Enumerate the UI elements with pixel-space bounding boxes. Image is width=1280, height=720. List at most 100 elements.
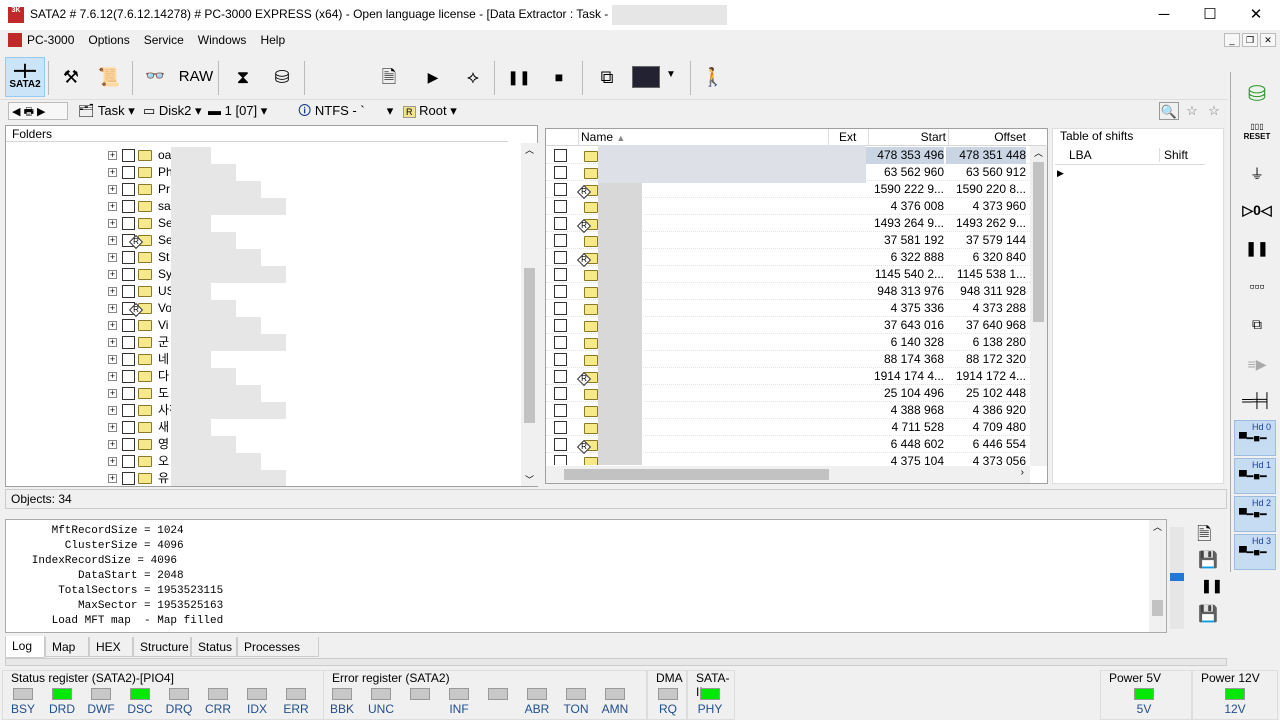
counter-reset-icon[interactable]: ▫▫▫ [1238, 268, 1276, 304]
checkbox[interactable] [122, 166, 135, 179]
checkbox[interactable] [122, 200, 135, 213]
expand-icon[interactable]: + [108, 372, 117, 381]
sata2-button[interactable]: ━╋━ SATA2 [5, 57, 45, 97]
checkbox[interactable] [122, 268, 135, 281]
pause-log-icon[interactable]: ❚❚ [1201, 578, 1223, 594]
hd0-button[interactable]: Hd 0 ▀━■━ [1234, 420, 1276, 456]
disk-copy-icon[interactable]: ⛁ [1238, 76, 1276, 112]
info-scroll-icon[interactable]: 📜 [92, 57, 126, 97]
mdi-close-button[interactable]: ✕ [1260, 33, 1276, 47]
scroll-right-icon[interactable]: › [1021, 467, 1024, 478]
checkbox[interactable] [122, 251, 135, 264]
checkbox[interactable] [122, 217, 135, 230]
expand-icon[interactable]: + [108, 304, 117, 313]
checkbox[interactable] [554, 200, 567, 213]
slider-thumb[interactable] [1170, 573, 1184, 581]
checkbox[interactable] [122, 285, 135, 298]
folder-tree-item[interactable]: + 군 [6, 334, 521, 351]
folder-tree-item[interactable]: + Se [6, 215, 521, 232]
folder-tree-item[interactable]: + oa [6, 147, 521, 164]
column-ext[interactable]: Ext [828, 129, 868, 145]
checkbox[interactable] [554, 404, 567, 417]
play-icon[interactable]: ▶ [416, 57, 450, 97]
save-log-icon[interactable]: 🗎 [1197, 522, 1211, 552]
folder-tree-item[interactable]: + 유 [6, 470, 521, 486]
maximize-button[interactable]: ☐ [1187, 0, 1233, 30]
stop-icon[interactable]: ■ [542, 57, 576, 97]
search-button[interactable]: 🔍 [1159, 102, 1179, 120]
folder-tree-item[interactable]: + 네 [6, 351, 521, 368]
folder-tree-item[interactable]: + 새 [6, 419, 521, 436]
files-hscrollbar[interactable]: › [546, 466, 1030, 483]
folder-tree-item[interactable]: +Photo [6, 164, 521, 181]
scroll-thumb[interactable] [1033, 162, 1044, 322]
checkbox[interactable] [554, 387, 567, 400]
folder-tree-item[interactable]: + R Vo [6, 300, 521, 318]
page-icon[interactable]: 🖶 [24, 106, 34, 118]
folder-tree-item[interactable]: + Vi [6, 317, 521, 334]
tab-structure[interactable]: Structure [133, 637, 191, 657]
copy-close-icon[interactable]: ⧉ [1238, 306, 1276, 342]
expand-icon[interactable]: + [108, 423, 117, 432]
branch-icon[interactable]: ⟡ [456, 57, 490, 97]
folder-tree-item[interactable]: + St [6, 249, 521, 266]
scroll-up-icon[interactable]: ︿ [521, 143, 538, 156]
expand-icon[interactable]: + [108, 219, 117, 228]
mdi-minimize-button[interactable]: _ [1224, 33, 1240, 47]
tab-log[interactable]: Log [5, 636, 45, 658]
checkbox[interactable] [554, 353, 567, 366]
expand-icon[interactable]: + [108, 406, 117, 415]
reset-button[interactable]: ▯▯▯ RESET [1238, 118, 1276, 154]
expand-icon[interactable]: + [108, 270, 117, 279]
folder-tree-item[interactable]: + R Se [6, 232, 521, 250]
expand-icon[interactable]: + [108, 236, 117, 245]
chevron-down-icon[interactable]: ▼ [666, 69, 676, 80]
folder-tree-item[interactable]: + 오 [6, 453, 521, 470]
checkbox[interactable] [122, 353, 135, 366]
scroll-up-icon[interactable]: ︿ [1030, 146, 1047, 159]
scroll-thumb[interactable] [524, 268, 535, 423]
binoculars-icon[interactable]: 👓 [138, 57, 172, 97]
menu-service[interactable]: Service [137, 30, 191, 50]
checkbox[interactable] [122, 149, 135, 162]
files-scrollbar[interactable]: ︿ [1030, 146, 1047, 466]
expand-icon[interactable]: + [108, 287, 117, 296]
document-check-icon[interactable]: 🗎 [372, 57, 406, 97]
checkbox[interactable] [554, 302, 567, 315]
folder-tree-item[interactable]: + 사진 [6, 402, 521, 419]
expand-icon[interactable]: + [108, 457, 117, 466]
forward-icon[interactable]: ▶ [34, 106, 45, 118]
column-shift[interactable]: Shift [1159, 148, 1188, 162]
tab-processes[interactable]: Processes [237, 637, 319, 657]
menu-options[interactable]: Options [81, 30, 136, 50]
menu-windows[interactable]: Windows [191, 30, 254, 50]
checkbox[interactable] [554, 370, 567, 383]
disk-dropdown[interactable]: ▭ Disk2 ▾ [143, 102, 202, 120]
checkbox[interactable] [554, 166, 567, 179]
checkbox[interactable] [554, 183, 567, 196]
log-level-slider[interactable] [1170, 527, 1184, 629]
zero-fill-icon[interactable]: ▷0◁ [1238, 192, 1276, 228]
expand-icon[interactable]: + [108, 253, 117, 262]
checkbox[interactable] [122, 404, 135, 417]
checkbox[interactable] [122, 319, 135, 332]
raw-button[interactable]: RAW [176, 57, 216, 97]
checkbox[interactable] [554, 319, 567, 332]
checkbox[interactable] [554, 285, 567, 298]
expand-icon[interactable]: + [108, 185, 117, 194]
folder-tree-item[interactable]: + sa [6, 198, 521, 215]
folder-tree-item[interactable]: + US [6, 283, 521, 300]
partition-dropdown[interactable]: ▬ 1 [07] ▾ [208, 102, 267, 120]
column-start[interactable]: Start [868, 129, 948, 145]
star-add-icon[interactable]: ☆ [1182, 102, 1202, 120]
star-icon[interactable]: ☆ [1204, 102, 1224, 120]
checkbox[interactable] [554, 149, 567, 162]
checkbox[interactable] [554, 421, 567, 434]
disk-export-icon[interactable]: ⛁ [265, 57, 299, 97]
hd2-button[interactable]: Hd 2 ▀━■━ [1234, 496, 1276, 532]
checkbox[interactable] [554, 217, 567, 230]
scroll-thumb[interactable] [1152, 600, 1163, 616]
expand-icon[interactable]: + [108, 474, 117, 483]
column-offset[interactable]: Offset [948, 129, 1028, 145]
checkbox[interactable] [554, 251, 567, 264]
